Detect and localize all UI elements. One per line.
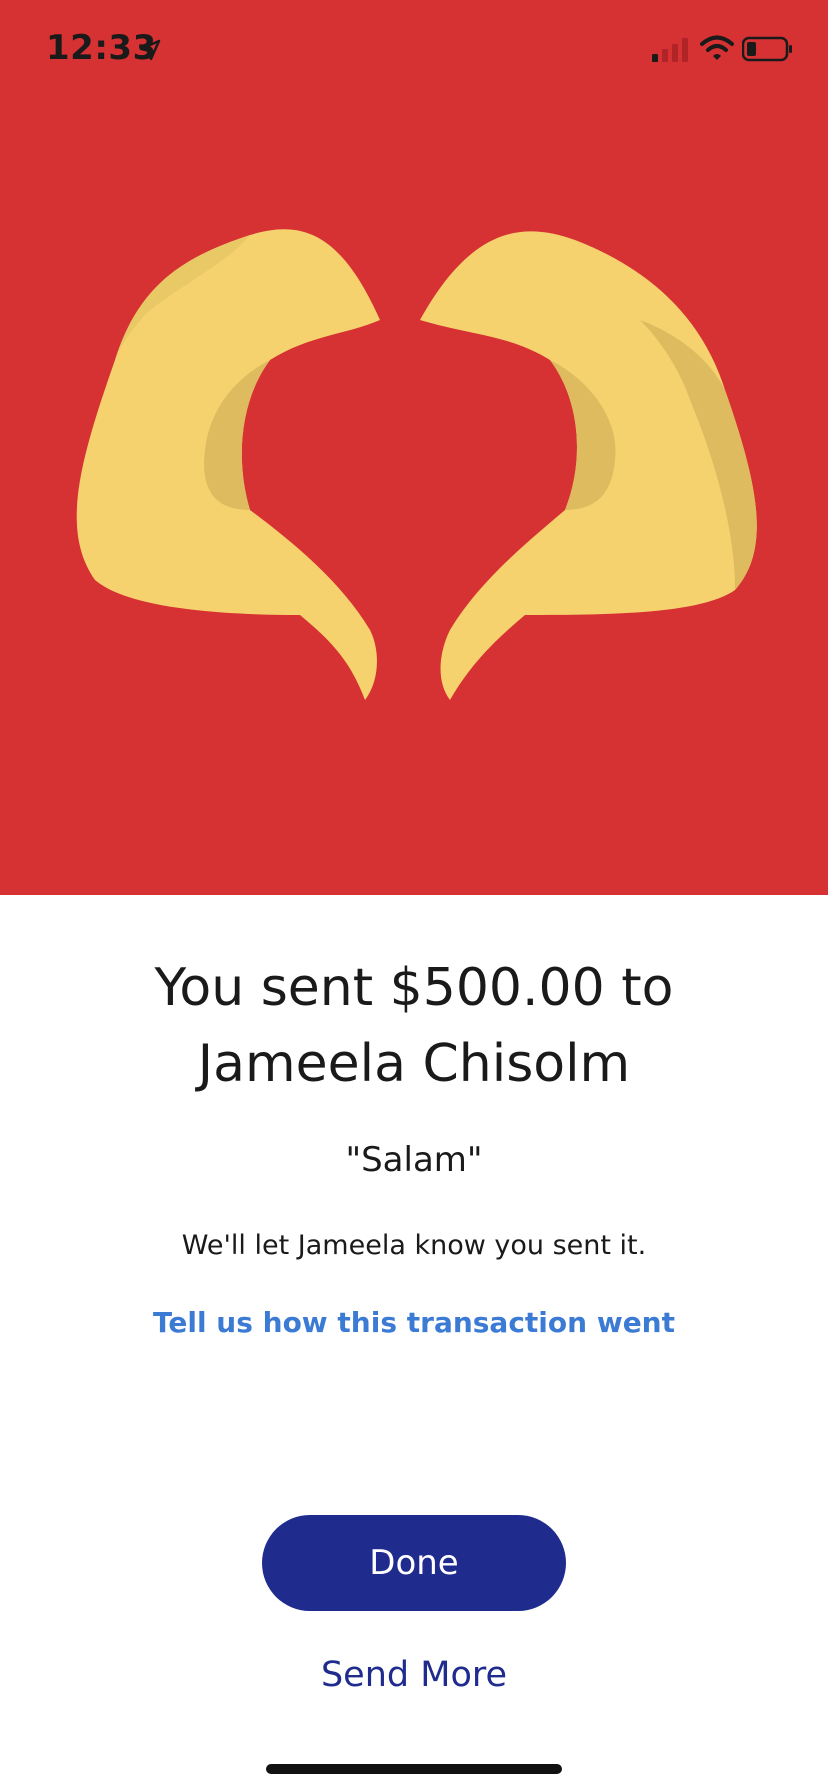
- confirmation-title-line1: You sent $500.00 to: [154, 958, 674, 1018]
- payment-note: "Salam": [345, 1140, 483, 1180]
- home-indicator: [266, 1764, 562, 1774]
- status-bar: 12:33: [0, 0, 828, 100]
- confirmation-title: You sent $500.00 to Jameela Chisolm: [60, 950, 768, 1102]
- done-button[interactable]: Done: [262, 1515, 566, 1611]
- cellular-signal-icon: [652, 38, 688, 62]
- hero-banner: 12:33: [0, 0, 828, 895]
- recipient-name: Jameela Chisolm: [197, 1034, 631, 1094]
- location-arrow-icon: [139, 39, 161, 61]
- send-more-button[interactable]: Send More: [262, 1645, 566, 1705]
- battery-icon: [742, 36, 792, 62]
- transaction-feedback-link[interactable]: Tell us how this transaction went: [0, 1306, 828, 1339]
- wifi-icon: [700, 35, 734, 60]
- notification-info: We'll let Jameela know you sent it.: [181, 1230, 647, 1261]
- heart-hands-icon: [76, 229, 757, 700]
